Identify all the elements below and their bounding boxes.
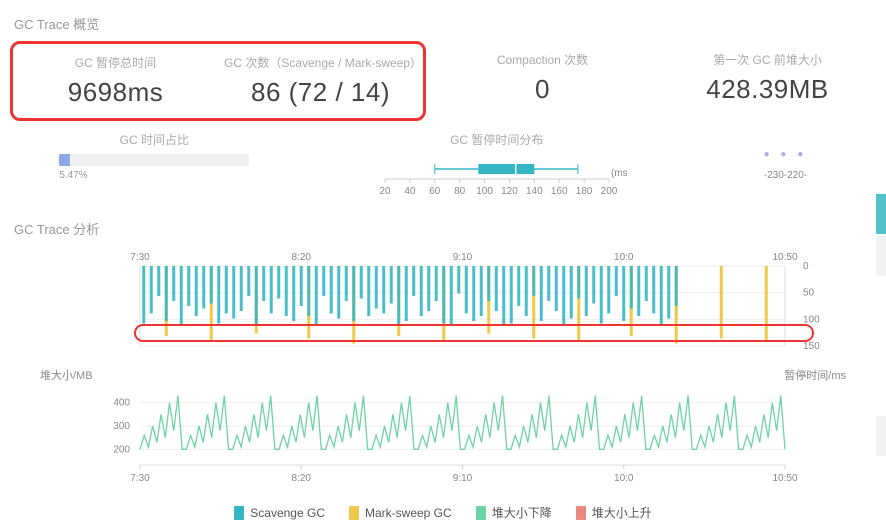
legend-scavenge: Scavenge GC bbox=[234, 504, 325, 521]
svg-text:(ms): (ms) bbox=[611, 168, 627, 179]
stat-value: 428.39MB bbox=[665, 74, 870, 105]
svg-text:10:0: 10:0 bbox=[614, 252, 634, 263]
stat-first-heap: 第一次 GC 前堆大小 428.39MB bbox=[659, 41, 876, 121]
card-range: ● ● ● -230-220- bbox=[695, 131, 876, 201]
svg-text:0: 0 bbox=[803, 261, 809, 272]
timeline-wrap: 7:308:209:1010:010:50050100150 堆大小/MB 暂停… bbox=[40, 248, 846, 496]
heap-y-axis-label: 堆大小/MB bbox=[40, 367, 93, 383]
progress-pct: 5.47% bbox=[59, 170, 249, 181]
svg-text:300: 300 bbox=[113, 421, 130, 432]
stat-value: 86 (72 / 14) bbox=[224, 77, 417, 108]
svg-text:10:0: 10:0 bbox=[614, 473, 634, 484]
legend-marksweep: Mark-sweep GC bbox=[349, 504, 452, 521]
legend: Scavenge GC Mark-sweep GC 堆大小下降 堆大小上升 bbox=[10, 504, 876, 521]
scroll-indicators bbox=[876, 194, 886, 494]
sub-card-row: GC 时间占比 5.47% GC 暂停时间分布 20 40 60 80 100 120 14… bbox=[10, 131, 876, 201]
svg-text:150: 150 bbox=[803, 341, 820, 352]
svg-text:200: 200 bbox=[113, 444, 130, 455]
svg-text:10:50: 10:50 bbox=[772, 473, 797, 484]
card-time-ratio: GC 时间占比 5.47% bbox=[10, 131, 299, 201]
svg-text:50: 50 bbox=[803, 288, 815, 299]
svg-text:20: 20 bbox=[379, 186, 391, 197]
progressbar-fill bbox=[59, 154, 69, 166]
svg-text:7:30: 7:30 bbox=[130, 252, 150, 263]
svg-text:100: 100 bbox=[476, 186, 493, 197]
card-pause-dist: GC 暂停时间分布 20 40 60 80 100 120 140 160 180 200 (ms) bbox=[299, 131, 695, 201]
svg-text:10:50: 10:50 bbox=[772, 252, 797, 263]
stats-row: GC 暂停总时间 9698ms GC 次数（Scavenge / Mark-sw… bbox=[10, 41, 876, 121]
range-dots: ● ● ● bbox=[705, 149, 866, 160]
pause-y-axis-label: 暂停时间/ms bbox=[784, 367, 846, 383]
svg-text:120: 120 bbox=[501, 186, 518, 197]
stat-gc-count: GC 次数（Scavenge / Mark-sweep） 86 (72 / 14… bbox=[218, 44, 423, 118]
legend-heap-down: 堆大小下降 bbox=[476, 504, 552, 521]
highlight-line-150ms bbox=[134, 324, 814, 342]
svg-text:180: 180 bbox=[576, 186, 593, 197]
section-title-overview: GC Trace 概览 bbox=[14, 14, 876, 33]
stat-label: GC 次数（Scavenge / Mark-sweep） bbox=[224, 54, 417, 71]
card-title: GC 暂停时间分布 bbox=[309, 131, 685, 148]
svg-text:40: 40 bbox=[404, 186, 416, 197]
svg-text:200: 200 bbox=[600, 186, 617, 197]
svg-text:7:30: 7:30 bbox=[130, 473, 150, 484]
stat-label: Compaction 次数 bbox=[440, 51, 645, 68]
section-title-analysis: GC Trace 分析 bbox=[14, 219, 876, 238]
svg-text:8:20: 8:20 bbox=[292, 473, 312, 484]
stat-value: 0 bbox=[440, 74, 645, 105]
card-title: GC 时间占比 bbox=[20, 131, 289, 148]
stat-pause-total: GC 暂停总时间 9698ms bbox=[13, 44, 218, 118]
boxplot-chart: 20 40 60 80 100 120 140 160 180 200 (ms) bbox=[367, 154, 627, 198]
svg-text:140: 140 bbox=[526, 186, 543, 197]
stat-compaction: Compaction 次数 0 bbox=[434, 41, 651, 121]
svg-text:60: 60 bbox=[429, 186, 441, 197]
heap-size-chart: 400 300 200 7:30 8:20 9:10 10:0 10:50 bbox=[40, 383, 820, 493]
svg-text:400: 400 bbox=[113, 398, 130, 409]
range-label: -230-220- bbox=[705, 170, 866, 181]
highlight-box-stats: GC 暂停总时间 9698ms GC 次数（Scavenge / Mark-sw… bbox=[10, 41, 426, 121]
svg-text:160: 160 bbox=[551, 186, 568, 197]
svg-text:9:10: 9:10 bbox=[453, 252, 473, 263]
progressbar bbox=[59, 154, 249, 166]
stat-value: 9698ms bbox=[19, 77, 212, 108]
svg-text:8:20: 8:20 bbox=[292, 252, 312, 263]
legend-heap-up: 堆大小上升 bbox=[576, 504, 652, 521]
stat-label: 第一次 GC 前堆大小 bbox=[665, 51, 870, 68]
stat-label: GC 暂停总时间 bbox=[19, 54, 212, 71]
svg-text:80: 80 bbox=[454, 186, 466, 197]
svg-text:9:10: 9:10 bbox=[453, 473, 473, 484]
